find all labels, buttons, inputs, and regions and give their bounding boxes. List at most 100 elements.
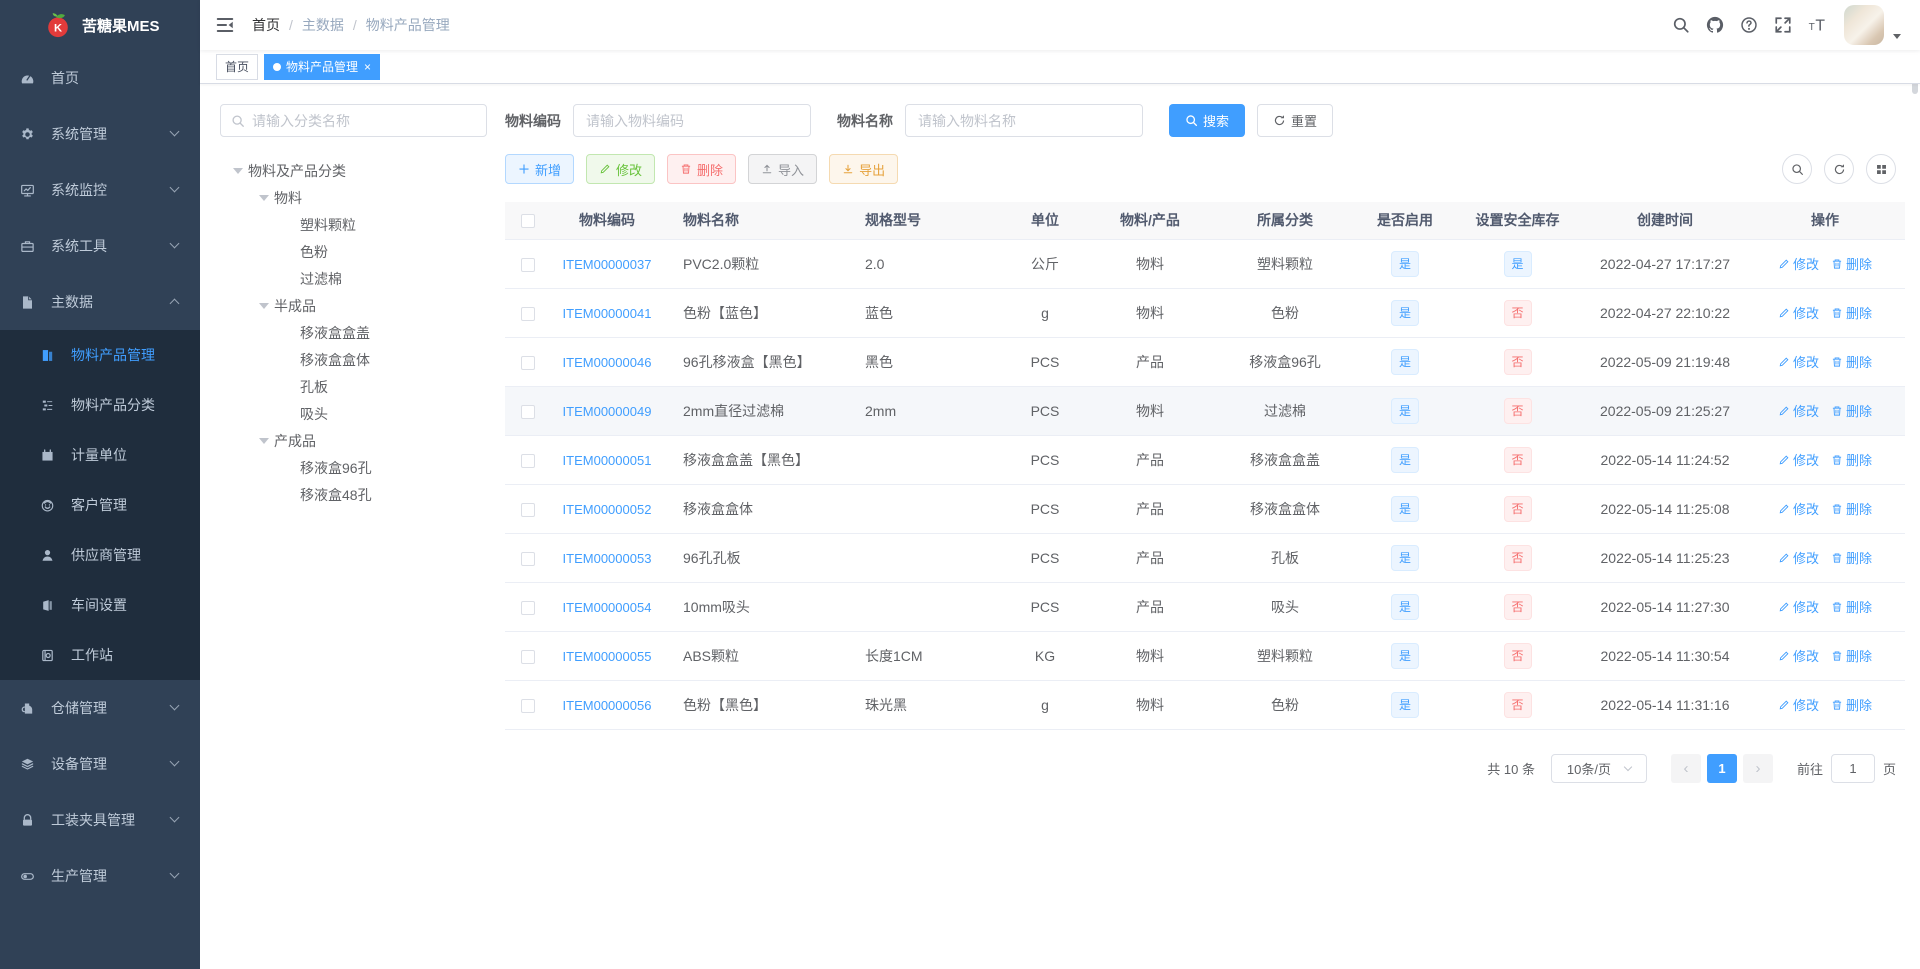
row-delete-link[interactable]: 删除 <box>1831 548 1872 567</box>
sidebar-item-equipment[interactable]: 设备管理 <box>0 736 200 792</box>
fullscreen-button[interactable] <box>1766 0 1800 50</box>
tree-node[interactable]: 过滤棉 <box>220 265 487 292</box>
tree-node[interactable]: 移液盒48孔 <box>220 481 487 508</box>
select-all-checkbox[interactable] <box>521 214 535 229</box>
help-button[interactable] <box>1732 0 1766 50</box>
font-size-button[interactable]: TT <box>1800 0 1834 50</box>
row-checkbox[interactable] <box>521 502 535 517</box>
material-code-link[interactable]: ITEM00000052 <box>563 502 652 517</box>
tree-node[interactable]: 塑料颗粒 <box>220 211 487 238</box>
tree-node[interactable]: 移液盒盒体 <box>220 346 487 373</box>
caret-down-icon[interactable] <box>254 190 274 206</box>
row-edit-link[interactable]: 修改 <box>1778 499 1819 518</box>
row-delete-link[interactable]: 删除 <box>1831 303 1872 322</box>
breadcrumb-item[interactable]: 首页 <box>252 15 280 35</box>
tab-item[interactable]: 首页 <box>216 53 259 80</box>
row-edit-link[interactable]: 修改 <box>1778 450 1819 469</box>
tree-node[interactable]: 移液盒96孔 <box>220 454 487 481</box>
sidebar-item-workshop[interactable]: 车间设置 <box>0 580 200 630</box>
hide-search-button[interactable] <box>1782 154 1812 184</box>
columns-toggle-button[interactable] <box>1866 154 1896 184</box>
tree-node[interactable]: 吸头 <box>220 400 487 427</box>
sidebar-item-customer[interactable]: 客户管理 <box>0 480 200 530</box>
row-checkbox[interactable] <box>521 404 535 419</box>
row-delete-link[interactable]: 删除 <box>1831 499 1872 518</box>
material-code-link[interactable]: ITEM00000054 <box>563 600 652 615</box>
row-edit-link[interactable]: 修改 <box>1778 401 1819 420</box>
sidebar-item-home[interactable]: 首页 <box>0 50 200 106</box>
row-delete-link[interactable]: 删除 <box>1831 254 1872 273</box>
sidebar-item-workstation[interactable]: 工作站 <box>0 630 200 680</box>
material-code-link[interactable]: ITEM00000037 <box>563 257 652 272</box>
tree-node[interactable]: 孔板 <box>220 373 487 400</box>
material-code-link[interactable]: ITEM00000049 <box>563 404 652 419</box>
goto-page-input[interactable] <box>1830 753 1875 783</box>
row-checkbox[interactable] <box>521 698 535 713</box>
app-logo[interactable]: K 苦糖果MES <box>0 0 200 50</box>
material-code-link[interactable]: ITEM00000055 <box>563 649 652 664</box>
row-edit-link[interactable]: 修改 <box>1778 695 1819 714</box>
row-delete-link[interactable]: 删除 <box>1831 401 1872 420</box>
tree-node[interactable]: 产成品 <box>220 427 487 454</box>
sidebar-item-material-manage[interactable]: 物料产品管理 <box>0 330 200 380</box>
row-delete-link[interactable]: 删除 <box>1831 646 1872 665</box>
export-button[interactable]: 导出 <box>829 154 899 184</box>
sidebar-item-system-tools[interactable]: 系统工具 <box>0 218 200 274</box>
prev-page-button[interactable]: ‹ <box>1670 753 1701 783</box>
row-checkbox[interactable] <box>521 355 535 370</box>
row-delete-link[interactable]: 删除 <box>1831 450 1872 469</box>
reset-button[interactable]: 重置 <box>1257 104 1334 137</box>
github-button[interactable] <box>1698 0 1732 50</box>
search-button[interactable]: 搜索 <box>1169 104 1246 137</box>
tab-active[interactable]: 物料产品管理 × <box>264 53 381 80</box>
sidebar-item-measure-unit[interactable]: 计量单位 <box>0 430 200 480</box>
row-checkbox[interactable] <box>521 649 535 664</box>
row-edit-link[interactable]: 修改 <box>1778 597 1819 616</box>
row-edit-link[interactable]: 修改 <box>1778 303 1819 322</box>
sidebar-item-master-data[interactable]: 主数据 <box>0 274 200 330</box>
row-edit-link[interactable]: 修改 <box>1778 352 1819 371</box>
caret-down-icon[interactable] <box>254 433 274 449</box>
sidebar-item-material-category[interactable]: 物料产品分类 <box>0 380 200 430</box>
tree-node[interactable]: 物料 <box>220 184 487 211</box>
page-number-1[interactable]: 1 <box>1706 753 1737 783</box>
material-name-input[interactable] <box>905 104 1143 137</box>
hamburger-icon[interactable] <box>215 15 235 35</box>
row-delete-link[interactable]: 删除 <box>1831 352 1872 371</box>
material-code-link[interactable]: ITEM00000056 <box>563 698 652 713</box>
row-checkbox[interactable] <box>521 453 535 468</box>
sidebar-item-system-monitor[interactable]: 系统监控 <box>0 162 200 218</box>
close-icon[interactable]: × <box>364 61 371 73</box>
row-checkbox[interactable] <box>521 551 535 566</box>
sidebar-item-fixture[interactable]: 工装夹具管理 <box>0 792 200 848</box>
row-edit-link[interactable]: 修改 <box>1778 646 1819 665</box>
row-checkbox[interactable] <box>521 306 535 321</box>
caret-down-icon[interactable] <box>228 163 248 179</box>
material-code-link[interactable]: ITEM00000041 <box>563 306 652 321</box>
page-size-select[interactable]: 10条/页 <box>1550 753 1647 783</box>
material-code-link[interactable]: ITEM00000053 <box>563 551 652 566</box>
tree-node[interactable]: 色粉 <box>220 238 487 265</box>
tree-node[interactable]: 移液盒盒盖 <box>220 319 487 346</box>
avatar[interactable] <box>1844 5 1884 45</box>
sidebar-item-production[interactable]: 生产管理 <box>0 848 200 904</box>
breadcrumb-item[interactable]: 物料产品管理 <box>366 15 450 35</box>
tree-node[interactable]: 半成品 <box>220 292 487 319</box>
chevron-down-icon[interactable] <box>1893 33 1901 39</box>
import-button[interactable]: 导入 <box>748 154 818 184</box>
row-delete-link[interactable]: 删除 <box>1831 597 1872 616</box>
row-checkbox[interactable] <box>521 257 535 272</box>
sidebar-item-system-manage[interactable]: 系统管理 <box>0 106 200 162</box>
category-search-input[interactable] <box>252 112 476 129</box>
next-page-button[interactable]: › <box>1742 753 1773 783</box>
caret-down-icon[interactable] <box>254 298 274 314</box>
material-code-link[interactable]: ITEM00000051 <box>563 453 652 468</box>
sidebar-item-supplier[interactable]: 供应商管理 <box>0 530 200 580</box>
material-code-input[interactable] <box>573 104 811 137</box>
edit-button[interactable]: 修改 <box>586 154 656 184</box>
header-search-button[interactable] <box>1664 0 1698 50</box>
sidebar-item-warehouse[interactable]: 仓储管理 <box>0 680 200 736</box>
delete-button[interactable]: 删除 <box>667 154 737 184</box>
material-code-link[interactable]: ITEM00000046 <box>563 355 652 370</box>
add-button[interactable]: 新增 <box>505 154 575 184</box>
